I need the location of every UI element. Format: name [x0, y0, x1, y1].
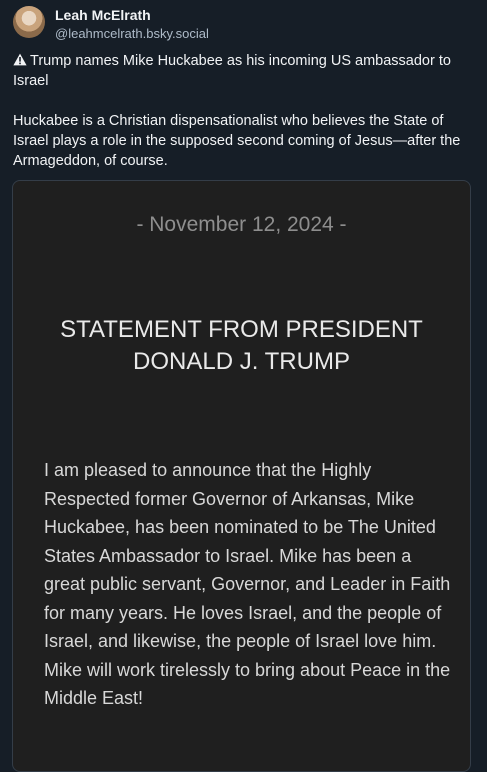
- avatar[interactable]: [13, 6, 45, 38]
- author-display-name[interactable]: Leah McElrath: [55, 7, 209, 24]
- author-info[interactable]: Leah McElrath @leahmcelrath.bsky.social: [55, 7, 209, 42]
- post: Leah McElrath @leahmcelrath.bsky.social …: [0, 0, 487, 772]
- statement-heading: STATEMENT FROM PRESIDENT DONALD J. TRUMP: [60, 316, 423, 375]
- author-handle[interactable]: @leahmcelrath.bsky.social: [55, 25, 209, 42]
- statement-date: - November 12, 2024 -: [136, 213, 347, 236]
- post-paragraph-1: Trump names Mike Huckabee as his incomin…: [13, 51, 475, 91]
- post-paragraph-2: Huckabee is a Christian dispensationalis…: [13, 113, 461, 169]
- post-paragraph-1-text: Trump names Mike Huckabee as his incomin…: [13, 53, 451, 89]
- embedded-image[interactable]: - November 12, 2024 - STATEMENT FROM PRE…: [12, 180, 471, 772]
- warning-icon: [13, 53, 27, 66]
- statement-body: I am pleased to announce that the Highly…: [44, 460, 451, 708]
